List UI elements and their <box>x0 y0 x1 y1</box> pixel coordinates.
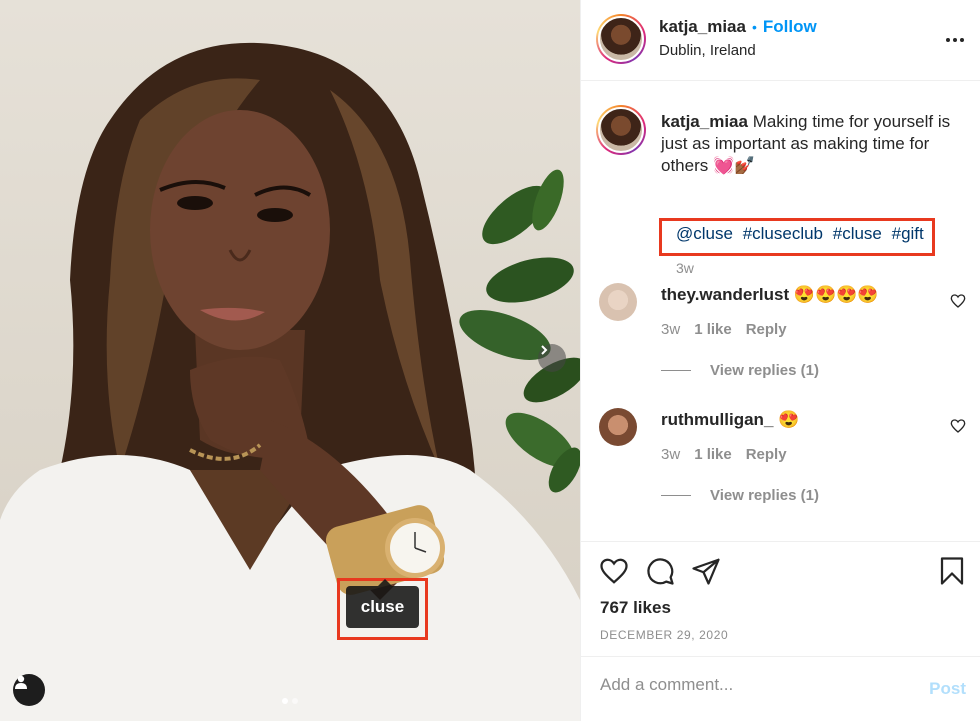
post-photo[interactable]: cluse <box>0 0 580 721</box>
comment-body: 😍😍😍😍 <box>793 285 879 304</box>
view-replies-label: View replies (1) <box>710 487 819 504</box>
view-replies-button[interactable]: View replies (1) <box>661 487 819 504</box>
product-tag[interactable]: cluse <box>346 579 419 628</box>
replies-line <box>661 495 691 496</box>
add-comment-bar: Post <box>581 656 980 721</box>
commenter-avatar[interactable] <box>599 283 637 321</box>
caption-username[interactable]: katja_miaa <box>661 112 748 131</box>
avatar-image <box>598 107 644 153</box>
hashtag-link[interactable]: #cluse <box>833 224 882 243</box>
likes-count[interactable]: 767 likes <box>600 598 671 618</box>
comment-text: they.wanderlust 😍😍😍😍 <box>661 285 879 305</box>
comment-time[interactable]: 3w <box>661 321 680 338</box>
carousel-dot <box>292 698 298 704</box>
author-line: katja_miaa • Follow <box>659 17 817 37</box>
like-comment-heart-icon[interactable] <box>950 293 966 309</box>
author-username[interactable]: katja_miaa <box>659 17 746 37</box>
comment-item: ruthmulligan_ 😍 3w 1 like Reply View rep… <box>596 408 966 504</box>
reply-button[interactable]: Reply <box>746 446 787 463</box>
more-dot <box>960 38 964 42</box>
comment-meta: 3w 1 like Reply <box>661 321 787 338</box>
comment-meta: 3w 1 like Reply <box>661 446 787 463</box>
commenter-username[interactable]: ruthmulligan_ <box>661 410 773 429</box>
view-replies-label: View replies (1) <box>710 362 819 379</box>
heart-icon[interactable] <box>599 556 629 586</box>
comment-icon[interactable] <box>645 556 675 586</box>
location-link[interactable]: Dublin, Ireland <box>659 42 756 59</box>
post-actions: 767 likes DECEMBER 29, 2020 <box>581 541 980 656</box>
comment-body: 😍 <box>778 410 800 429</box>
carousel-dot <box>282 698 288 704</box>
comments-list[interactable]: katja_miaa Making time for yourself is j… <box>581 81 980 541</box>
follow-button[interactable]: Follow <box>763 17 817 37</box>
author-avatar[interactable] <box>596 14 646 64</box>
view-replies-button[interactable]: View replies (1) <box>661 362 819 379</box>
commenter-avatar[interactable] <box>599 408 637 446</box>
comment-item: they.wanderlust 😍😍😍😍 3w 1 like Reply Vie… <box>596 283 966 379</box>
share-icon[interactable] <box>691 556 721 586</box>
hashtag-link[interactable]: #gift <box>892 224 924 243</box>
user-tag-icon <box>15 675 27 689</box>
comment-text: ruthmulligan_ 😍 <box>661 410 799 430</box>
hashtag-link[interactable]: @cluse <box>676 224 733 243</box>
like-comment-heart-icon[interactable] <box>950 418 966 434</box>
hashtag-link[interactable]: #cluseclub <box>743 224 823 243</box>
carousel-dots <box>0 698 580 704</box>
post-comment-button[interactable]: Post <box>929 679 966 699</box>
post-date[interactable]: DECEMBER 29, 2020 <box>600 628 728 642</box>
caption-text: katja_miaa Making time for yourself is j… <box>661 111 971 177</box>
caption-timestamp[interactable]: 3w <box>676 260 694 276</box>
avatar-image <box>598 16 644 62</box>
comment-time[interactable]: 3w <box>661 446 680 463</box>
chevron-right-icon <box>541 345 548 355</box>
hashtag-list: @cluse #cluseclub #cluse #gift <box>676 224 929 244</box>
commenter-username[interactable]: they.wanderlust <box>661 285 789 304</box>
more-options-icon[interactable] <box>946 30 966 50</box>
next-photo-button[interactable] <box>538 344 566 372</box>
comment-likes[interactable]: 1 like <box>694 446 732 463</box>
reply-button[interactable]: Reply <box>746 321 787 338</box>
more-dot <box>946 38 950 42</box>
action-icon-row <box>599 556 721 586</box>
replies-line <box>661 370 691 371</box>
post-details-panel: katja_miaa • Follow Dublin, Ireland katj… <box>580 0 980 721</box>
comment-input[interactable] <box>600 675 900 695</box>
more-dot <box>953 38 957 42</box>
photo-illustration <box>0 42 580 721</box>
post-header: katja_miaa • Follow Dublin, Ireland <box>581 0 980 81</box>
bookmark-icon[interactable] <box>938 556 966 586</box>
caption-avatar[interactable] <box>596 105 646 155</box>
separator-dot: • <box>751 19 757 35</box>
comment-likes[interactable]: 1 like <box>694 321 732 338</box>
